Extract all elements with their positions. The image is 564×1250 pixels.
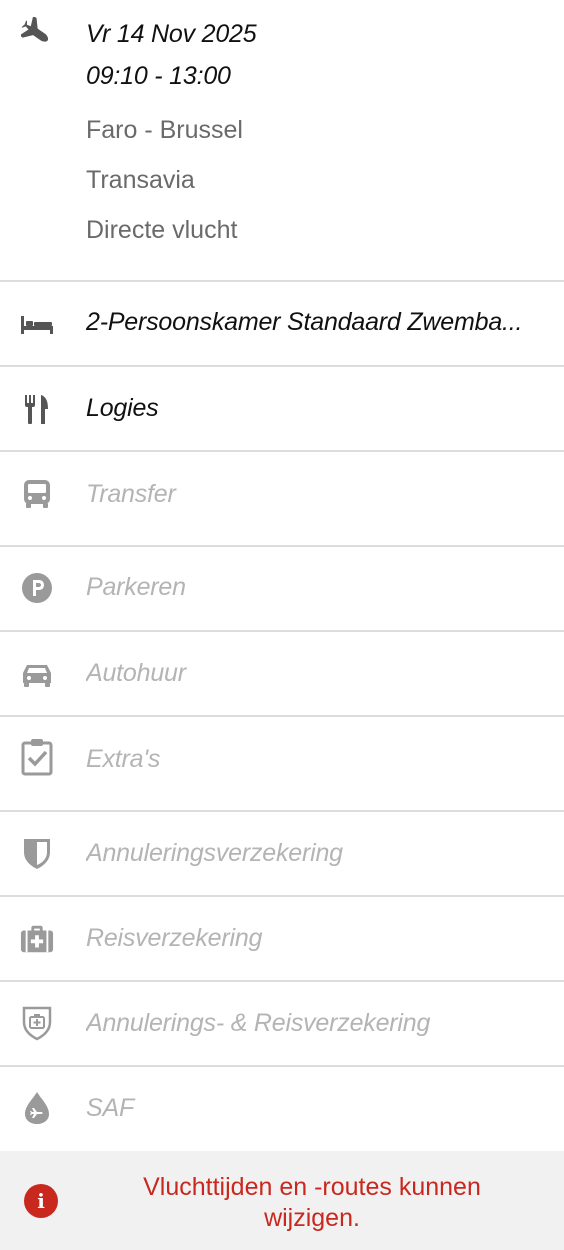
flight-route: Faro - Brussel <box>86 116 243 144</box>
item-label: Extra's <box>86 745 161 773</box>
item-transfer[interactable]: Transfer <box>0 452 564 547</box>
notice-message: Vluchttijden en -routes kunnen wijzigen. <box>143 1173 481 1232</box>
flight-change-notice: i Vluchttijden en -routes kunnen wijzige… <box>0 1151 564 1250</box>
fuel-drop-plane-icon <box>20 1091 54 1125</box>
item-travel-insurance[interactable]: Reisverzekering <box>0 897 564 982</box>
item-room[interactable]: 2-Persoonskamer Standaard Zwemba... <box>0 282 564 367</box>
parking-icon <box>20 571 54 605</box>
item-car-rental[interactable]: Autohuur <box>0 632 564 717</box>
flight-summary: Vr 14 Nov 2025 09:10 - 13:00 Faro - Brus… <box>0 0 564 282</box>
item-saf[interactable]: SAF <box>0 1067 564 1151</box>
medical-bag-icon <box>20 922 54 956</box>
item-label: Autohuur <box>86 659 186 687</box>
flight-type: Directe vlucht <box>86 216 238 244</box>
bed-icon <box>20 307 54 341</box>
fork-knife-icon <box>20 392 54 426</box>
item-label: SAF <box>86 1094 135 1122</box>
flight-date: Vr 14 Nov 2025 <box>86 20 257 48</box>
item-label: Logies <box>86 394 159 422</box>
item-label: Reisverzekering <box>86 924 263 952</box>
shield-medical-icon <box>20 1006 54 1041</box>
clipboard-check-icon <box>20 739 54 776</box>
item-label: Transfer <box>86 480 176 508</box>
airplane-icon <box>20 16 54 50</box>
info-icon: i <box>24 1184 58 1218</box>
item-label: Parkeren <box>86 573 186 601</box>
flight-airline: Transavia <box>86 166 195 194</box>
item-combined-insurance[interactable]: Annulerings- & Reisverzekering <box>0 982 564 1067</box>
item-label: Annuleringsverzekering <box>86 839 343 867</box>
item-board[interactable]: Logies <box>0 367 564 452</box>
bus-icon <box>20 477 54 511</box>
item-label: 2-Persoonskamer Standaard Zwemba... <box>86 308 523 336</box>
car-icon <box>20 658 54 692</box>
item-extras[interactable]: Extra's <box>0 717 564 812</box>
item-cancellation-insurance[interactable]: Annuleringsverzekering <box>0 812 564 897</box>
shield-icon <box>20 836 54 870</box>
flight-time: 09:10 - 13:00 <box>86 62 231 90</box>
item-label: Annulerings- & Reisverzekering <box>86 1009 431 1037</box>
item-parking[interactable]: Parkeren <box>0 547 564 632</box>
